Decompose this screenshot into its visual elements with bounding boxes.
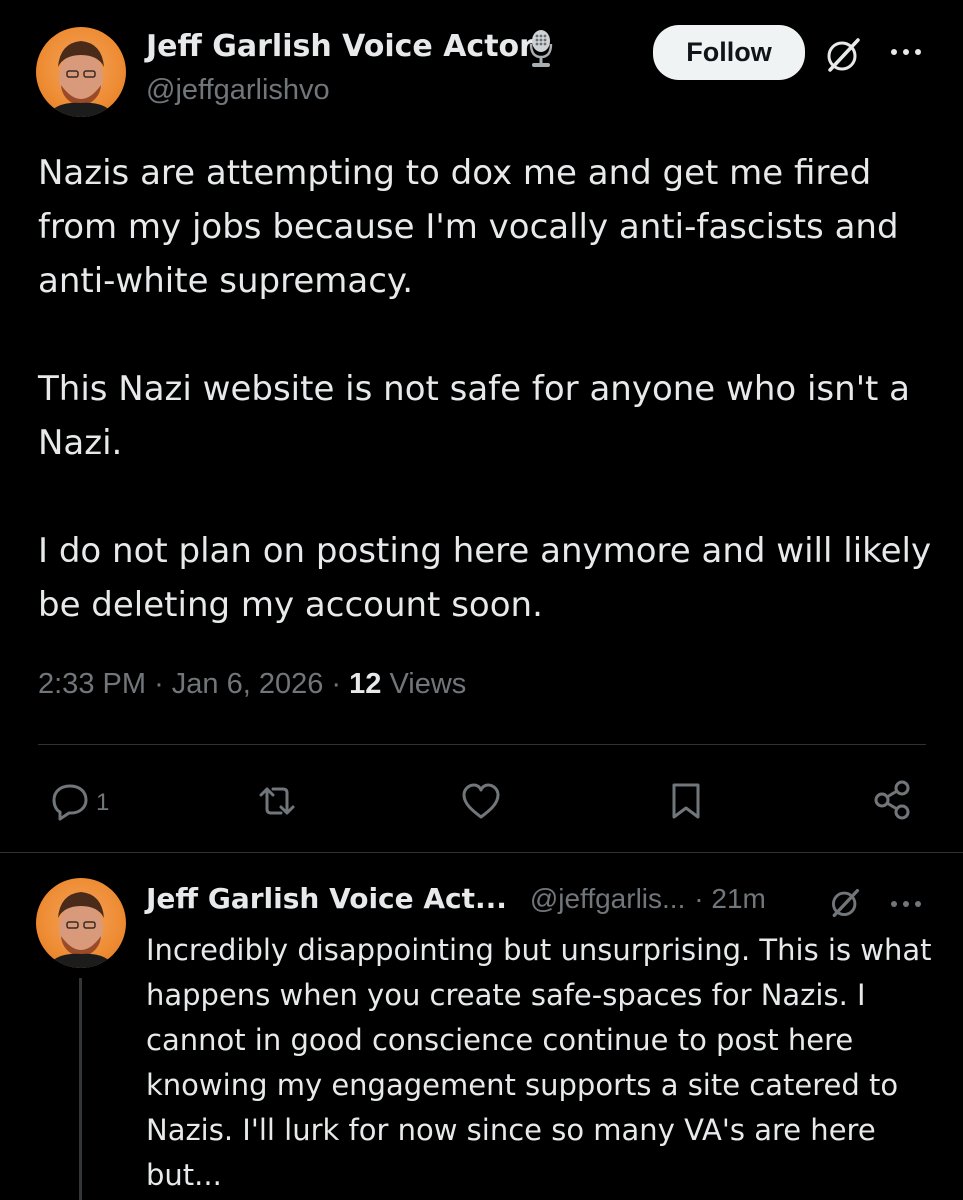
thread-line	[79, 978, 82, 1200]
author-name[interactable]: Jeff Garlish Voice Actor	[146, 29, 534, 64]
repost-icon[interactable]	[255, 781, 299, 821]
reply-handle[interactable]: @jeffgarlis...	[530, 883, 686, 914]
author-avatar[interactable]	[36, 27, 126, 117]
microphone-icon	[526, 28, 556, 70]
post-time[interactable]: 2:33 PM	[38, 668, 146, 700]
views-count[interactable]: 12	[349, 668, 381, 700]
meta-separator: ·	[331, 668, 350, 700]
post-paragraph: This Nazi website is not safe for anyone…	[38, 369, 911, 463]
reply-button[interactable]: 1	[50, 781, 109, 825]
follow-button[interactable]: Follow	[653, 25, 805, 80]
post-paragraph: I do not plan on posting here anymore an…	[38, 531, 932, 625]
reply-header: Jeff Garlish Voice Act... @jeffgarlis...…	[146, 882, 936, 915]
post-meta: 2:33 PM · Jan 6, 2026 · 12 Views	[38, 668, 466, 701]
reply-count: 1	[96, 789, 110, 816]
meta-separator: ·	[154, 668, 172, 700]
share-icon[interactable]	[871, 779, 913, 821]
reply-icon	[50, 781, 90, 825]
bookmark-icon[interactable]	[668, 781, 704, 821]
grok-icon[interactable]	[826, 884, 864, 922]
post-divider	[38, 744, 926, 745]
meta-separator: ·	[694, 883, 712, 914]
post-date[interactable]: Jan 6, 2026	[172, 668, 324, 700]
avatar-photo	[46, 41, 116, 117]
grok-icon[interactable]	[820, 32, 866, 78]
author-handle[interactable]: @jeffgarlishvo	[146, 74, 330, 107]
section-divider	[0, 852, 963, 853]
reply-body: Incredibly disappointing but unsurprisin…	[146, 933, 932, 1192]
reply-age[interactable]: 21m	[711, 883, 765, 914]
more-icon[interactable]	[888, 44, 924, 58]
views-label[interactable]: Views	[389, 668, 466, 700]
post-body: Nazis are attempting to dox me and get m…	[38, 146, 938, 632]
reply-author-name[interactable]: Jeff Garlish Voice Act...	[146, 882, 507, 915]
more-icon[interactable]	[888, 896, 924, 910]
avatar-photo	[46, 892, 116, 968]
like-icon[interactable]	[459, 781, 503, 821]
post-paragraph: Nazis are attempting to dox me and get m…	[38, 153, 899, 301]
reply-avatar[interactable]	[36, 878, 126, 968]
